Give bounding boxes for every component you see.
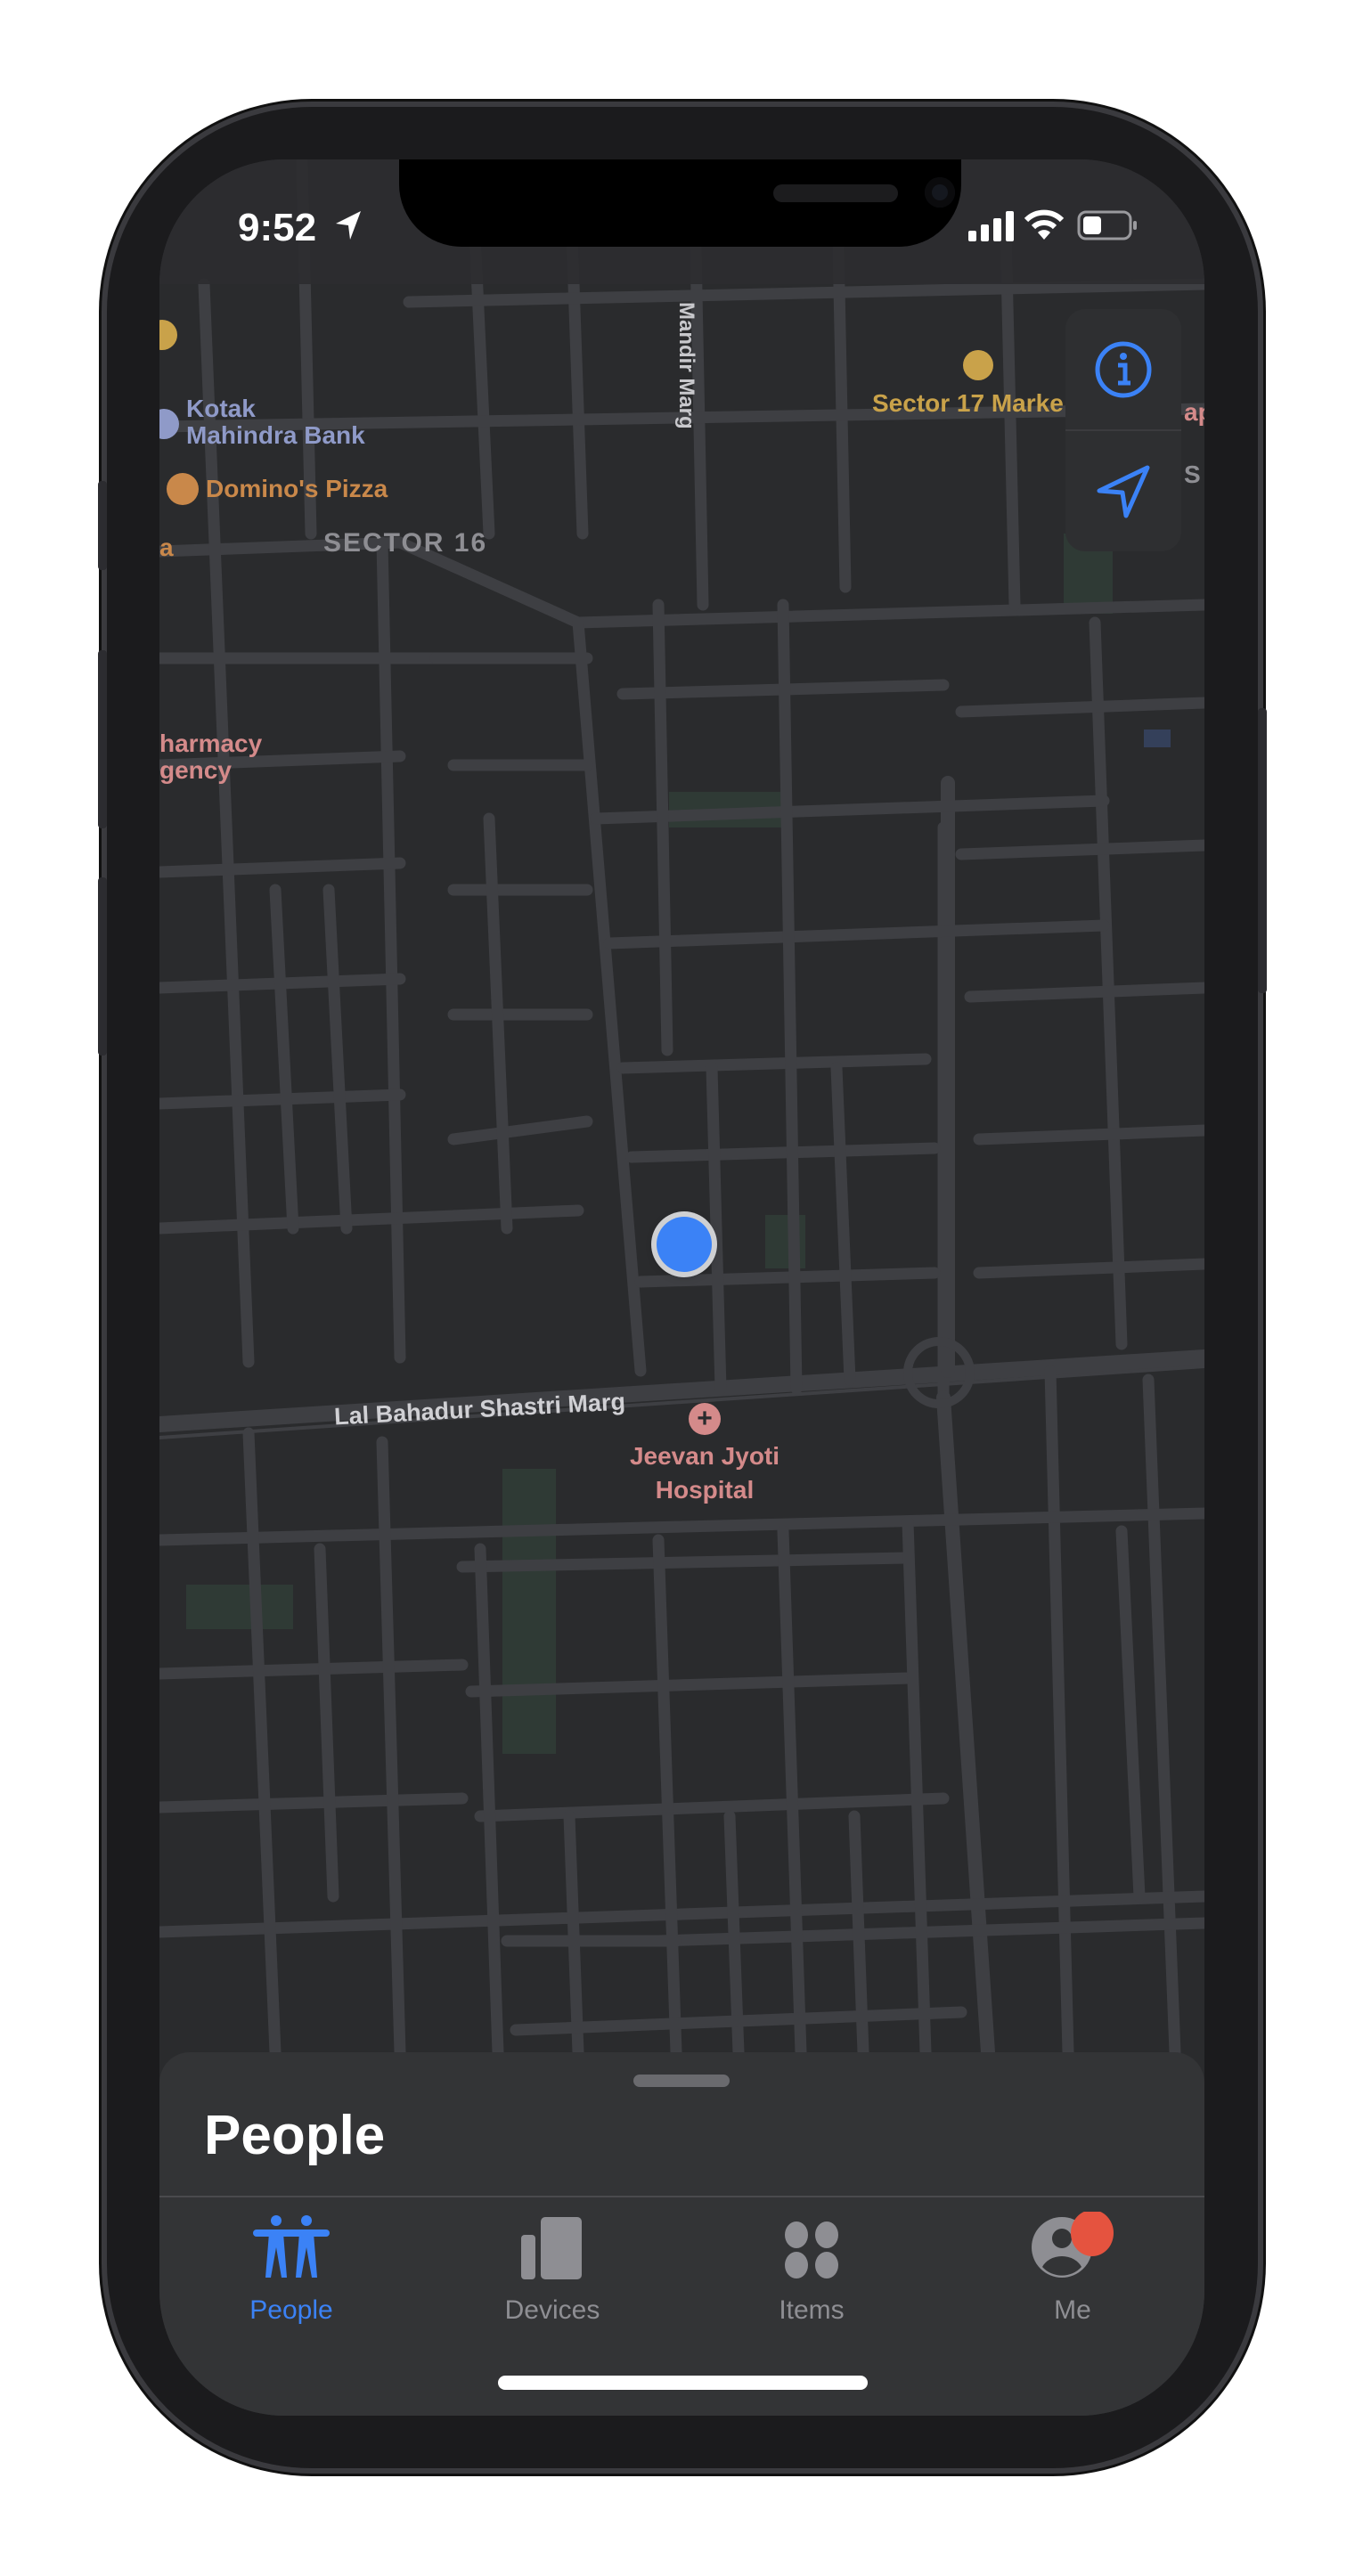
info-icon	[1095, 341, 1152, 397]
map-label-mandir-marg[interactable]: Mandir Marg	[673, 302, 698, 429]
devices-icon	[521, 2217, 582, 2279]
screen: Mandir Marg Sector 17 Marke ap S Kotak M…	[159, 159, 1204, 2416]
speaker	[773, 184, 898, 202]
people-sheet: People People Devices Items Me	[159, 2052, 1204, 2416]
tab-label: People	[249, 2295, 333, 2325]
tab-me[interactable]: Me	[961, 2208, 1184, 2342]
status-time: 9:52	[238, 206, 317, 249]
sheet-grabber[interactable]	[633, 2075, 730, 2087]
volume-up-button	[98, 650, 107, 828]
cellular-signal-icon	[968, 211, 1014, 241]
map-label-edge-s: S	[1184, 461, 1201, 488]
map-label-pharmacy-line1[interactable]: harmacy	[159, 730, 262, 758]
tab-label: Items	[779, 2295, 845, 2325]
map-label-kotak-line1[interactable]: Kotak	[186, 395, 256, 423]
map-label-sector-16[interactable]: SECTOR 16	[323, 528, 487, 558]
map-label-edge-p: ap	[1184, 398, 1204, 426]
map-label-hospital-line2[interactable]: Hospital	[624, 1476, 785, 1504]
people-icon	[253, 2215, 330, 2278]
tab-items[interactable]: Items	[700, 2208, 923, 2342]
location-arrow-icon	[1097, 465, 1150, 518]
power-button	[1258, 708, 1267, 993]
user-location-dot[interactable]	[657, 1217, 712, 1272]
map-label-sector-17-market[interactable]: Sector 17 Marke	[872, 389, 1064, 418]
me-icon	[1032, 2212, 1114, 2278]
battery-icon	[1077, 210, 1137, 240]
hospital-pin-icon[interactable]: +	[689, 1403, 721, 1435]
notch	[399, 159, 961, 247]
tab-label: Devices	[504, 2295, 600, 2325]
notification-badge	[1071, 2212, 1114, 2256]
shopping-pin-icon[interactable]	[963, 350, 993, 380]
status-bar: 9:52	[159, 159, 1204, 284]
volume-down-button	[98, 877, 107, 1056]
locate-button[interactable]	[1065, 431, 1181, 551]
map-label-hospital-line1[interactable]: Jeevan Jyoti	[624, 1442, 785, 1471]
map-label-kotak-line2[interactable]: Mahindra Bank	[186, 421, 365, 450]
tab-people[interactable]: People	[180, 2208, 403, 2342]
home-indicator[interactable]	[498, 2376, 868, 2390]
map-label-dominos[interactable]: Domino's Pizza	[206, 475, 388, 503]
sheet-title: People	[204, 2105, 386, 2166]
front-camera	[925, 177, 955, 208]
mute-switch	[98, 481, 107, 570]
map-label-pharmacy-line2[interactable]: gency	[159, 756, 232, 785]
items-icon	[785, 2221, 838, 2278]
tabbar-divider	[159, 2196, 1204, 2197]
pizza-pin-icon[interactable]	[167, 473, 199, 505]
location-arrow-icon	[336, 211, 361, 240]
tab-devices[interactable]: Devices	[441, 2208, 664, 2342]
map-label-edge-a: a	[159, 534, 174, 561]
wifi-icon	[1024, 209, 1065, 240]
info-button[interactable]	[1065, 309, 1181, 429]
map-controls	[1065, 309, 1181, 551]
tab-label: Me	[1054, 2295, 1091, 2325]
